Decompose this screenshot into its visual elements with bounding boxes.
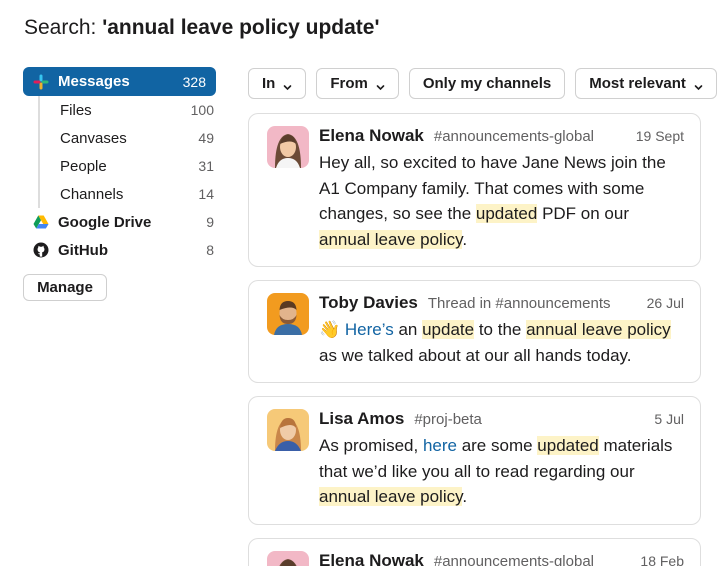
sidebar-item-count: 8	[206, 242, 214, 258]
search-highlight: annual leave policy	[526, 320, 671, 339]
sidebar-item-files[interactable]: Files 100	[40, 96, 216, 124]
sender-name[interactable]: Elena Nowak	[319, 126, 424, 146]
sidebar-item-people[interactable]: People 31	[40, 152, 216, 180]
message-text: as we talked about at our all hands toda…	[319, 345, 632, 365]
filter-label: In	[262, 75, 276, 92]
sidebar-item-count: 49	[198, 130, 214, 146]
sort-dropdown[interactable]: Most relevant	[575, 68, 717, 99]
channel-name[interactable]: #announcements-global	[434, 553, 641, 566]
message-text: PDF on our	[537, 204, 629, 223]
thread-link[interactable]: Thread in #announcements	[428, 295, 647, 312]
slack-icon	[33, 74, 49, 90]
filter-label: Only my channels	[422, 75, 552, 92]
sidebar-item-github[interactable]: GitHub 8	[23, 236, 216, 264]
message-body: 👋 Here’s an update to the annual leave p…	[319, 317, 684, 368]
sidebar: Messages 328 Files 100 Canvases 49 Peopl…	[23, 67, 216, 301]
sidebar-item-google-drive[interactable]: Google Drive 9	[23, 208, 216, 236]
message-result[interactable]: Toby Davies Thread in #announcements 26 …	[248, 280, 701, 383]
message-text: are some	[456, 436, 538, 455]
search-highlight: update	[422, 320, 475, 339]
search-query: 'annual leave policy update'	[102, 16, 380, 39]
message-text: .	[462, 229, 468, 249]
google-drive-icon	[33, 214, 49, 230]
sidebar-item-label: Channels	[60, 185, 124, 203]
message-text: .	[462, 487, 468, 506]
sidebar-item-label: Canvases	[60, 129, 127, 147]
channel-name[interactable]: #proj-beta	[414, 411, 654, 428]
message-body: As promised, here are some updated mater…	[319, 433, 684, 510]
message-date: 5 Jul	[654, 411, 684, 427]
message-link[interactable]: here	[423, 436, 457, 455]
avatar[interactable]	[267, 126, 309, 168]
chevron-down-icon	[376, 79, 385, 91]
manage-button[interactable]: Manage	[23, 274, 107, 301]
sidebar-item-label: Messages	[58, 73, 130, 90]
filter-label: Most relevant	[589, 75, 686, 92]
message-result[interactable]: Lisa Amos #proj-beta 5 Jul As promised, …	[248, 396, 701, 525]
filter-bar: In From Only my channels Most relevant	[248, 68, 717, 99]
search-highlight: annual leave policy	[319, 229, 463, 249]
avatar[interactable]	[267, 409, 309, 451]
sidebar-item-count: 9	[206, 214, 214, 230]
sidebar-subnav: Files 100 Canvases 49 People 31 Channels…	[38, 96, 216, 208]
filter-from-dropdown[interactable]: From	[316, 68, 399, 99]
sidebar-item-canvases[interactable]: Canvases 49	[40, 124, 216, 152]
sidebar-item-label: Google Drive	[58, 213, 152, 231]
wave-emoji-icon: 👋	[319, 320, 341, 339]
message-text: As promised,	[319, 436, 423, 455]
message-result[interactable]: Elena Nowak #announcements-global 19 Sep…	[248, 113, 701, 267]
sidebar-item-label: Files	[60, 101, 92, 119]
message-text: to the	[474, 320, 527, 339]
channel-name[interactable]: #announcements-global	[434, 128, 636, 145]
message-date: 19 Sept	[635, 128, 684, 144]
message-date: 26 Jul	[646, 295, 684, 311]
avatar[interactable]	[267, 550, 309, 566]
message-text: an	[393, 320, 423, 339]
chevron-down-icon	[283, 79, 292, 91]
message-date: 18 Feb	[640, 552, 684, 566]
sidebar-item-label: People	[60, 157, 107, 175]
sidebar-item-count: 100	[190, 102, 214, 118]
search-highlight: annual leave policy	[319, 487, 463, 506]
github-icon	[33, 242, 49, 258]
filter-only-my-channels[interactable]: Only my channels	[408, 68, 566, 99]
sender-name[interactable]: Toby Davies	[319, 293, 418, 313]
sender-name[interactable]: Elena Nowak	[319, 551, 424, 566]
search-results: Elena Nowak #announcements-global 19 Sep…	[248, 113, 701, 566]
chevron-down-icon	[694, 79, 703, 91]
sidebar-item-count: 328	[182, 73, 206, 90]
sender-name[interactable]: Lisa Amos	[319, 409, 404, 429]
sidebar-item-channels[interactable]: Channels 14	[40, 180, 216, 208]
avatar[interactable]	[267, 293, 309, 335]
message-link[interactable]: Here’s	[345, 320, 394, 339]
filter-label: From	[330, 75, 368, 92]
search-title: Search: 'annual leave policy update'	[24, 16, 379, 40]
search-highlight: updated	[475, 204, 538, 223]
search-prefix: Search:	[24, 16, 103, 39]
filter-in-dropdown[interactable]: In	[248, 68, 307, 99]
message-body: Hey all, so excited to have Jane News jo…	[319, 150, 684, 252]
sidebar-item-count: 14	[198, 186, 214, 202]
sidebar-item-count: 31	[198, 158, 214, 174]
sidebar-item-messages[interactable]: Messages 328	[23, 67, 216, 96]
search-highlight: updated	[537, 436, 599, 455]
sidebar-item-label: GitHub	[58, 241, 108, 259]
message-result[interactable]: Elena Nowak #announcements-global 18 Feb	[248, 537, 701, 566]
